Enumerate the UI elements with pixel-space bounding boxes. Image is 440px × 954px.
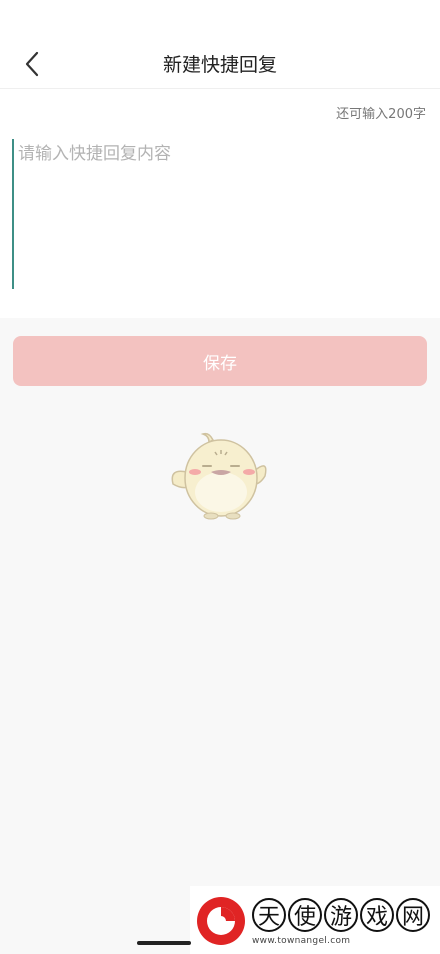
top-bar: 新建快捷回复 bbox=[0, 0, 440, 89]
watermark-char: 使 bbox=[288, 898, 322, 932]
watermark-char: 天 bbox=[252, 898, 286, 932]
quick-reply-input[interactable] bbox=[12, 139, 428, 289]
watermark-url: www.townangel.com bbox=[252, 936, 351, 946]
save-button[interactable]: 保存 bbox=[13, 336, 427, 386]
chick-mascot-illustration bbox=[171, 432, 267, 520]
char-counter: 还可输入200字 bbox=[336, 107, 426, 122]
watermark: 天 使 游 戏 网 www.townangel.com bbox=[190, 886, 440, 954]
watermark-char: 戏 bbox=[360, 898, 394, 932]
page-title: 新建快捷回复 bbox=[162, 54, 277, 76]
watermark-char: 网 bbox=[396, 898, 430, 932]
home-indicator[interactable] bbox=[137, 941, 191, 945]
watermark-logo-icon bbox=[197, 897, 245, 945]
watermark-text: 天 使 游 戏 网 bbox=[252, 898, 430, 932]
watermark-char: 游 bbox=[324, 898, 358, 932]
reply-editor: 还可输入200字 bbox=[0, 89, 440, 318]
